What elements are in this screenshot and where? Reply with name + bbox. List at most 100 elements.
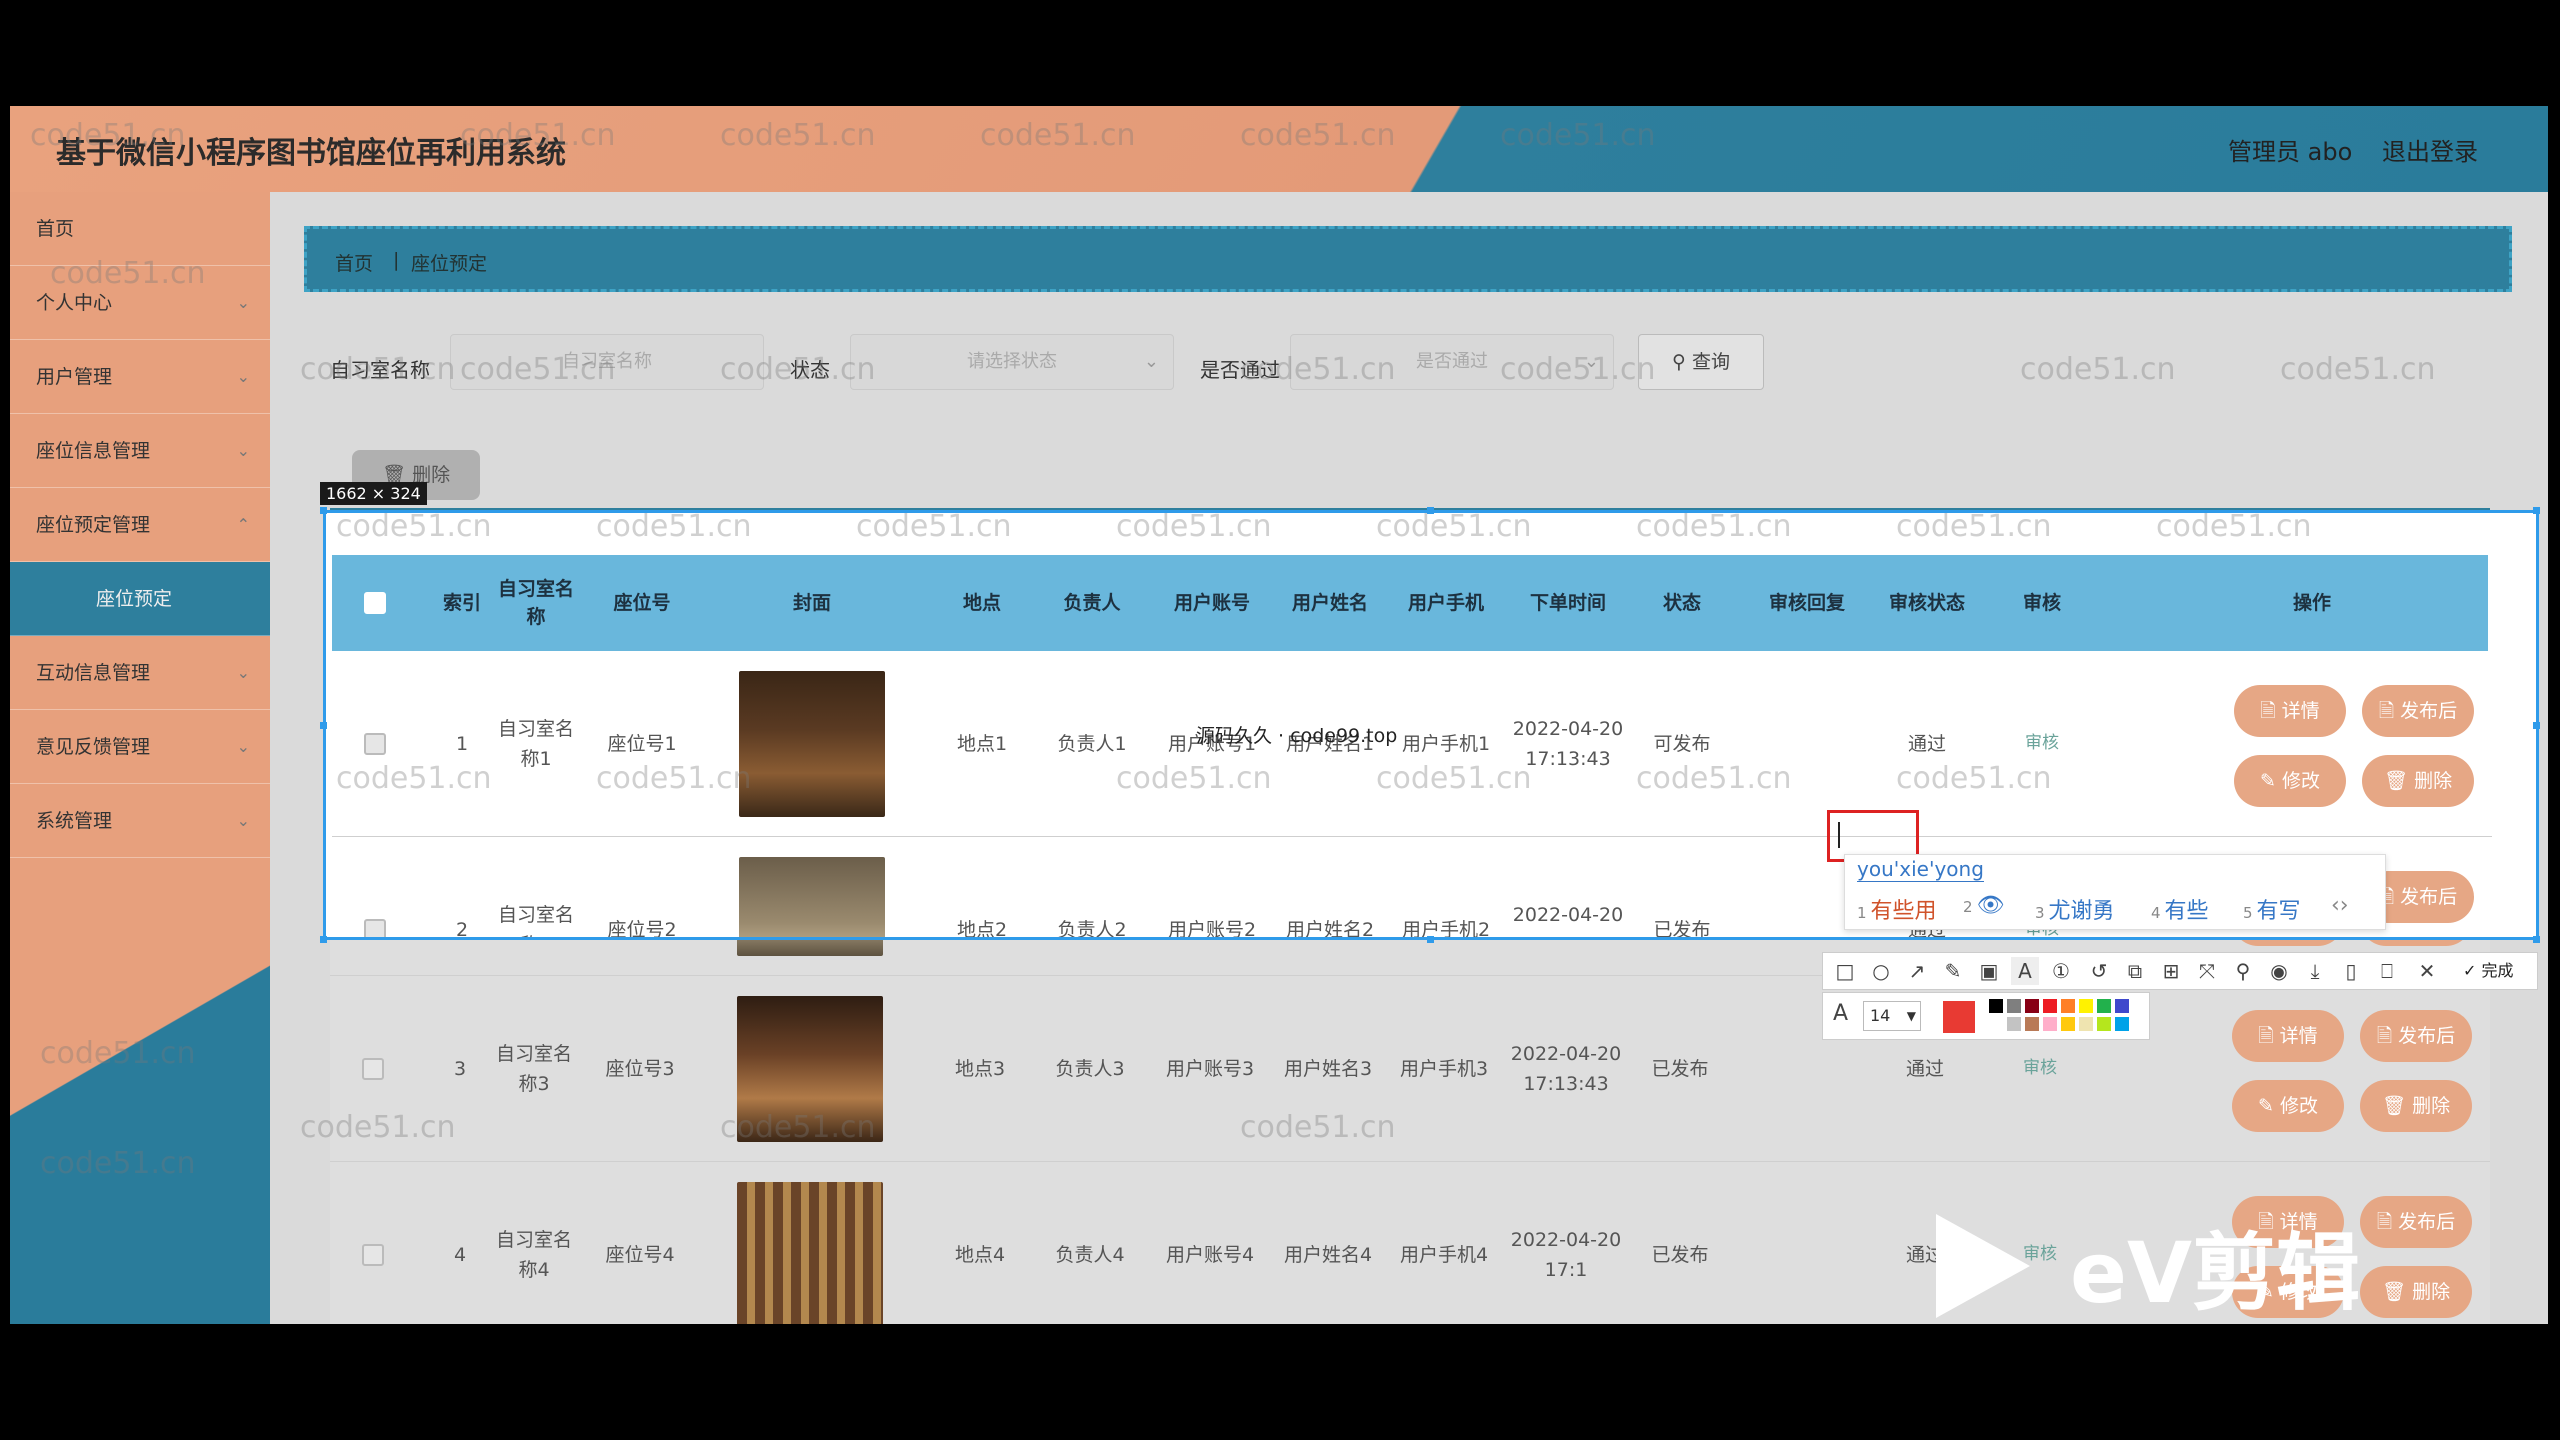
- detail-button[interactable]: 🗎 详情: [2234, 685, 2346, 737]
- delete-button[interactable]: 🗑 删除: [2362, 755, 2474, 807]
- logout-link[interactable]: 退出登录: [2382, 132, 2478, 167]
- sidebar-item-profile[interactable]: 个人中心 ⌄: [10, 266, 270, 340]
- resize-handle[interactable]: [2533, 507, 2540, 514]
- device-icon[interactable]: ▯: [2337, 957, 2365, 985]
- color-swatch[interactable]: [2115, 999, 2129, 1013]
- color-swatch[interactable]: [1989, 999, 2003, 1013]
- sidebar-item-feedback[interactable]: 意见反馈管理 ⌄: [10, 710, 270, 784]
- record-icon[interactable]: ◉: [2265, 957, 2293, 985]
- resize-handle[interactable]: [320, 507, 327, 514]
- room-name-input[interactable]: 自习室名称: [450, 334, 764, 390]
- ime-candidate-3[interactable]: 3 尤谢勇: [2035, 893, 2115, 925]
- translate-icon[interactable]: ⊞: [2157, 957, 2185, 985]
- column-header: 审核状态: [1888, 591, 1965, 614]
- row-checkbox[interactable]: [364, 733, 386, 755]
- ellipse-tool-icon[interactable]: ○: [1867, 957, 1895, 985]
- cell-account: 用户账号3: [1165, 1057, 1255, 1080]
- ev-editor-logo: eV剪辑: [1936, 1206, 2416, 1326]
- undo-icon[interactable]: ↺: [2085, 957, 2113, 985]
- done-button[interactable]: ✓ 完成: [2463, 957, 2514, 985]
- resize-handle[interactable]: [320, 722, 327, 729]
- sidebar-item-seat-info[interactable]: 座位信息管理 ⌄: [10, 414, 270, 488]
- cell-room: 自习室名称3: [495, 1042, 572, 1095]
- long-capture-icon[interactable]: ⤧: [2193, 957, 2221, 985]
- sidebar-item-home[interactable]: 首页: [10, 192, 270, 266]
- bookmark-icon[interactable]: ⎕: [2373, 957, 2401, 985]
- row-checkbox[interactable]: [364, 919, 386, 937]
- sidebar-item-users[interactable]: 用户管理 ⌄: [10, 340, 270, 414]
- color-swatch[interactable]: [2061, 999, 2075, 1013]
- select-all-checkbox[interactable]: [352, 555, 398, 651]
- cell-place: 地点1: [956, 732, 1008, 755]
- number-tool-icon[interactable]: ①: [2047, 957, 2075, 985]
- color-swatch[interactable]: [2025, 999, 2039, 1013]
- color-swatch[interactable]: [2097, 999, 2111, 1013]
- room-name-label: 自习室名称: [330, 358, 430, 382]
- resize-handle[interactable]: [2533, 936, 2540, 943]
- color-swatch[interactable]: [1989, 1017, 2003, 1031]
- row-checkbox[interactable]: [362, 1058, 384, 1080]
- row-checkbox-cell: [352, 837, 398, 937]
- close-icon[interactable]: ✕: [2413, 957, 2441, 985]
- font-size-icon: A: [1833, 1001, 1849, 1026]
- passed-select[interactable]: 是否通过 ⌄: [1290, 334, 1614, 390]
- column-header: 用户手机: [1407, 591, 1484, 614]
- cell-index: 1: [455, 732, 469, 755]
- text-tool-icon[interactable]: A: [2011, 957, 2039, 985]
- ocr-icon[interactable]: ⧉: [2121, 957, 2149, 985]
- query-button[interactable]: ⚲ 查询: [1638, 334, 1764, 390]
- resize-handle[interactable]: [2533, 722, 2540, 729]
- column-header: 座位号: [613, 591, 671, 614]
- font-size-select[interactable]: 14 ▼: [1863, 1001, 1921, 1031]
- cell-room: 自习室名称2: [497, 903, 574, 937]
- download-icon[interactable]: ⤓: [2301, 957, 2329, 985]
- color-swatch[interactable]: [2115, 1017, 2129, 1031]
- resize-handle[interactable]: [1427, 507, 1434, 514]
- sidebar-item-seat-booking[interactable]: 座位预定: [10, 562, 270, 636]
- color-swatch[interactable]: [2043, 1017, 2057, 1031]
- edit-button[interactable]: ✎ 修改: [2234, 755, 2346, 807]
- cell-status: 已发布: [1651, 1057, 1709, 1080]
- ime-composition: you'xie'yong: [1857, 857, 1984, 882]
- delete-button[interactable]: 🗑 删除: [2360, 1080, 2472, 1132]
- color-swatch[interactable]: [2079, 999, 2093, 1013]
- rectangle-tool-icon[interactable]: □: [1831, 957, 1859, 985]
- detail-button[interactable]: 🗎 详情: [2232, 1010, 2344, 1062]
- audit-link[interactable]: 审核: [2023, 1055, 2057, 1082]
- audit-link[interactable]: 审核: [2025, 730, 2059, 757]
- cell-time: 2022-04-20 17:1: [1510, 1228, 1622, 1281]
- sidebar-item-seat-booking-mgmt[interactable]: 座位预定管理 ⌃: [10, 488, 270, 562]
- ime-candidate-1[interactable]: 1 有些用: [1857, 893, 1937, 925]
- publish-button[interactable]: 🗎 发布后: [2360, 1010, 2472, 1062]
- mosaic-tool-icon[interactable]: ▣: [1975, 957, 2003, 985]
- color-swatch[interactable]: [2007, 1017, 2021, 1031]
- text-cursor: [1838, 822, 1840, 848]
- resize-handle[interactable]: [320, 936, 327, 943]
- ime-page-arrows-icon[interactable]: ‹›: [2331, 893, 2349, 918]
- status-select[interactable]: 请选择状态 ⌄: [850, 334, 1174, 390]
- pin-icon[interactable]: ⚲: [2229, 957, 2257, 985]
- chevron-down-icon: ⌄: [236, 811, 250, 830]
- breadcrumb-home[interactable]: 首页: [335, 249, 373, 276]
- sidebar-item-system[interactable]: 系统管理 ⌄: [10, 784, 270, 858]
- pen-tool-icon[interactable]: ✎: [1939, 957, 1967, 985]
- edit-button[interactable]: ✎ 修改: [2232, 1080, 2344, 1132]
- sidebar-item-interaction[interactable]: 互动信息管理 ⌄: [10, 636, 270, 710]
- current-color-swatch[interactable]: [1943, 1001, 1975, 1033]
- arrow-tool-icon[interactable]: ↗: [1903, 957, 1931, 985]
- color-swatch[interactable]: [2025, 1017, 2039, 1031]
- color-swatch[interactable]: [2097, 1017, 2111, 1031]
- color-swatch[interactable]: [2043, 999, 2057, 1013]
- cover-cell: [712, 651, 912, 837]
- color-swatch[interactable]: [2061, 1017, 2075, 1031]
- checkbox[interactable]: [364, 592, 386, 614]
- publish-button[interactable]: 🗎 发布后: [2362, 685, 2474, 737]
- resize-handle[interactable]: [1427, 936, 1434, 943]
- ime-candidate-4[interactable]: 4 有些: [2151, 893, 2209, 925]
- ime-candidate-2[interactable]: 2 👁: [1963, 893, 2004, 918]
- row-checkbox[interactable]: [362, 1244, 384, 1266]
- ime-candidate-5[interactable]: 5 有写: [2243, 893, 2301, 925]
- color-swatch[interactable]: [2007, 999, 2021, 1013]
- color-swatch[interactable]: [2079, 1017, 2093, 1031]
- watermark: code51.cn: [1636, 510, 1792, 544]
